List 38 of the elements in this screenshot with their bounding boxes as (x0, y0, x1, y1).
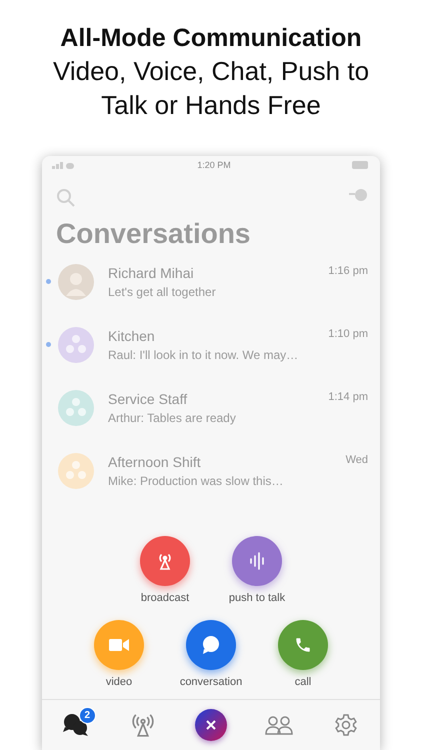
conversation-time: Wed (346, 454, 368, 468)
subheadline: Video, Voice, Chat, Push to Talk or Hands Free (52, 55, 370, 122)
conversation-time: 1:16 pm (328, 264, 368, 278)
screen-title: Conversations (55, 217, 252, 250)
conversation-time: 1:10 pm (328, 328, 368, 342)
message-preview: Mike: Production was slow this… (108, 474, 284, 488)
conversation-label: conversation (180, 676, 242, 688)
message-preview: Arthur: Tables are ready (108, 410, 237, 424)
signal-icon (52, 161, 76, 169)
sound-wave-icon (247, 551, 267, 571)
unread-badge: 2 (78, 707, 96, 724)
conversation-time: 1:14 pm (328, 390, 368, 404)
conversation-button[interactable] (186, 620, 236, 670)
ptt-label: push to talk (228, 592, 286, 604)
message-preview: Let's get all together (108, 284, 217, 298)
broadcast-button[interactable] (140, 536, 190, 586)
conversation-name: Richard Mihai (108, 264, 194, 280)
headline: All-Mode Communication (59, 23, 363, 54)
phone-icon (294, 636, 312, 654)
battery-icon (352, 161, 370, 169)
ptt-button[interactable] (232, 536, 282, 586)
conversation-name: Service Staff (108, 390, 188, 406)
video-button[interactable] (94, 620, 144, 670)
people-icon[interactable] (264, 715, 293, 735)
close-button[interactable] (194, 709, 227, 741)
status-time: 1:20 PM (197, 160, 231, 170)
conversation-name: Afternoon Shift (108, 454, 201, 470)
close-icon (204, 719, 217, 731)
antenna-icon[interactable] (131, 713, 156, 737)
settings-icon[interactable] (334, 713, 358, 737)
video-label: video (106, 676, 132, 688)
message-preview: Raul: I'll look in to it now. We may… (108, 348, 300, 362)
video-camera-icon (109, 638, 129, 652)
call-label: call (294, 676, 312, 688)
conversation-name: Kitchen (108, 328, 155, 344)
call-button[interactable] (278, 620, 328, 670)
chat-bubble-icon (201, 635, 221, 655)
broadcast-label: broadcast (140, 592, 190, 604)
